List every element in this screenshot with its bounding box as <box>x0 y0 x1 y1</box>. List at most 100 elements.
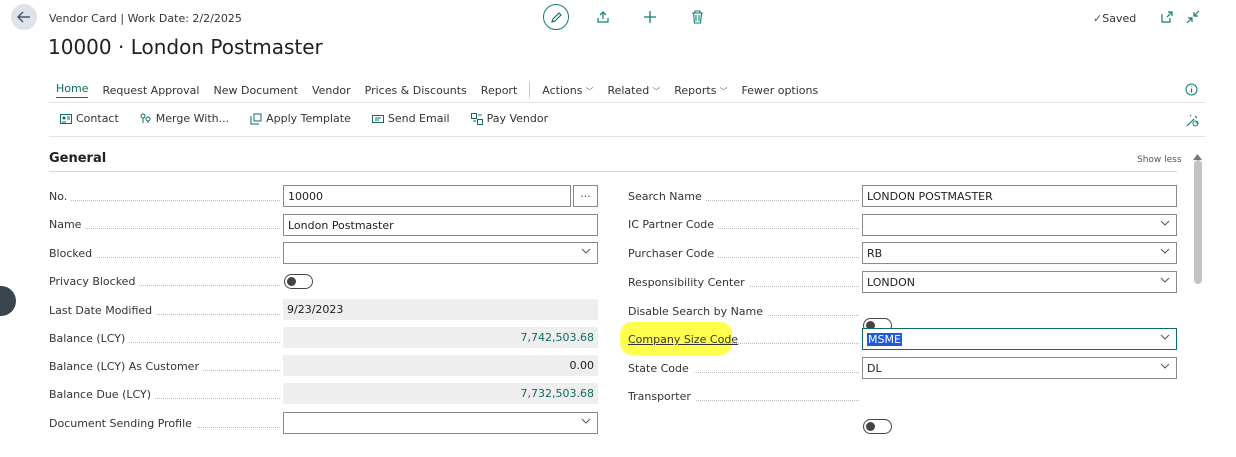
menu-reports[interactable]: Reports ﹀ <box>674 84 727 97</box>
info-button[interactable] <box>1185 81 1198 100</box>
section-divider <box>49 171 1177 172</box>
plus-icon <box>644 11 656 23</box>
menu-actions[interactable]: Actions ﹀ <box>542 84 593 97</box>
tab-request-approval[interactable]: Request Approval <box>102 84 199 97</box>
dot-leader <box>60 228 280 229</box>
email-icon <box>371 114 384 123</box>
chevron-down-icon: ﹀ <box>652 86 661 96</box>
balance-lcy-value[interactable]: 7,742,503.68 <box>283 327 598 348</box>
collapse-button[interactable] <box>1185 9 1201 25</box>
responsibility-center-select[interactable]: LONDON <box>862 271 1177 293</box>
action-bar: Home Request Approval New Document Vendo… <box>56 82 832 98</box>
last-date-modified-value: 9/23/2023 <box>283 299 598 320</box>
contact-card-icon <box>60 113 72 124</box>
back-button[interactable] <box>11 4 37 30</box>
personalize-icon <box>1186 114 1199 127</box>
share-button[interactable] <box>595 9 611 25</box>
payment-icon <box>470 112 483 125</box>
purchaser-code-select[interactable]: RB <box>862 242 1177 264</box>
dot-leader <box>60 200 280 201</box>
field-label-document-sending-profile: Document Sending Profile <box>49 417 196 430</box>
pay-vendor-button[interactable]: Pay Vendor <box>470 112 548 125</box>
blocked-select[interactable] <box>283 242 598 264</box>
merge-with-button[interactable]: Merge With... <box>140 112 229 125</box>
field-label-company-size-code[interactable]: Company Size Code <box>628 333 738 346</box>
tab-new-document[interactable]: New Document <box>213 84 297 97</box>
ic-partner-code-select[interactable] <box>862 214 1177 236</box>
collapse-icon <box>1186 10 1200 24</box>
toggle-knob <box>287 277 296 286</box>
field-label-balance-lcy: Balance (LCY) <box>49 332 130 345</box>
field-label-search-name: Search Name <box>628 190 706 203</box>
assist-edit-button[interactable]: ··· <box>573 185 598 207</box>
tab-prices-discounts[interactable]: Prices & Discounts <box>365 84 467 97</box>
tab-vendor[interactable]: Vendor <box>312 84 351 97</box>
no-input[interactable]: 10000 <box>283 185 571 207</box>
saved-status: ✓Saved <box>1093 12 1137 25</box>
trash-icon <box>691 10 703 24</box>
chevron-down-icon: ﹀ <box>585 86 594 96</box>
field-label-last-date-modified: Last Date Modified <box>49 304 157 317</box>
field-label-transporter: Transporter <box>628 390 695 403</box>
scrollbar-thumb[interactable] <box>1194 160 1202 284</box>
state-code-select[interactable]: DL <box>862 357 1177 379</box>
privacy-blocked-toggle[interactable] <box>284 274 313 289</box>
menu-related[interactable]: Related ﹀ <box>607 84 660 97</box>
field-label-privacy-blocked: Privacy Blocked <box>49 275 140 288</box>
dot-leader <box>720 343 859 344</box>
chevron-down-icon <box>1160 363 1170 369</box>
field-label-state-code: State Code <box>628 362 693 375</box>
chevron-down-icon <box>1160 220 1170 226</box>
section-title-general[interactable]: General <box>49 151 106 166</box>
selected-text: MSME <box>867 332 902 346</box>
field-label-name: Name <box>49 218 86 231</box>
breadcrumb: Vendor Card | Work Date: 2/2/2025 <box>49 12 242 25</box>
field-label-disable-search-by-name: Disable Search by Name <box>628 305 768 318</box>
field-label-balance-due-lcy: Balance Due (LCY) <box>49 388 155 401</box>
divider <box>49 102 1205 103</box>
field-label-responsibility-center: Responsibility Center <box>628 276 749 289</box>
new-button[interactable] <box>642 9 658 25</box>
delete-button[interactable] <box>689 9 705 25</box>
field-label-ic-partner-code: IC Partner Code <box>628 218 719 231</box>
field-label-purchaser-code: Purchaser Code <box>628 247 719 260</box>
pencil-icon <box>550 11 562 23</box>
send-email-button[interactable]: Send Email <box>371 112 450 125</box>
document-sending-profile-select[interactable] <box>283 412 598 434</box>
balance-due-lcy-value[interactable]: 7,732,503.68 <box>283 383 598 404</box>
page-title: 10000 · London Postmaster <box>48 35 323 59</box>
chevron-down-icon <box>581 248 591 254</box>
tab-home[interactable]: Home <box>56 82 89 98</box>
open-new-window-button[interactable] <box>1159 9 1175 25</box>
edit-button[interactable] <box>543 4 569 30</box>
transporter-toggle[interactable] <box>863 419 892 434</box>
promoted-actions: Contact Merge With... Apply Template Sen… <box>60 112 569 125</box>
menu-divider <box>529 82 531 98</box>
arrow-left-icon <box>17 11 30 23</box>
merge-icon <box>140 113 151 123</box>
chevron-down-icon <box>1160 277 1170 283</box>
field-label-no: No. <box>49 190 72 203</box>
chevron-down-icon <box>581 418 591 424</box>
balance-lcy-customer-value: 0.00 <box>283 355 598 376</box>
fewer-options-button[interactable]: Fewer options <box>741 84 818 97</box>
toggle-knob <box>866 422 875 431</box>
search-name-input[interactable]: LONDON POSTMASTER <box>862 185 1177 207</box>
field-label-balance-lcy-customer: Balance (LCY) As Customer <box>49 360 203 373</box>
field-label-blocked: Blocked <box>49 247 97 260</box>
chevron-down-icon <box>1160 334 1170 340</box>
chevron-down-icon <box>1160 248 1170 254</box>
template-icon <box>250 113 262 124</box>
info-icon <box>1185 83 1198 96</box>
check-icon: ✓ <box>1093 12 1103 25</box>
personalize-button[interactable] <box>1186 112 1199 131</box>
name-input[interactable]: London Postmaster <box>283 214 598 236</box>
show-less-link[interactable]: Show less <box>1137 155 1182 165</box>
company-size-code-select[interactable]: MSME <box>862 328 1177 350</box>
side-panel-toggle[interactable] <box>0 286 16 316</box>
open-in-new-icon <box>1161 11 1173 23</box>
apply-template-button[interactable]: Apply Template <box>250 112 351 125</box>
tab-report[interactable]: Report <box>481 84 517 97</box>
contact-button[interactable]: Contact <box>60 112 119 125</box>
chevron-down-icon: ﹀ <box>719 86 728 96</box>
